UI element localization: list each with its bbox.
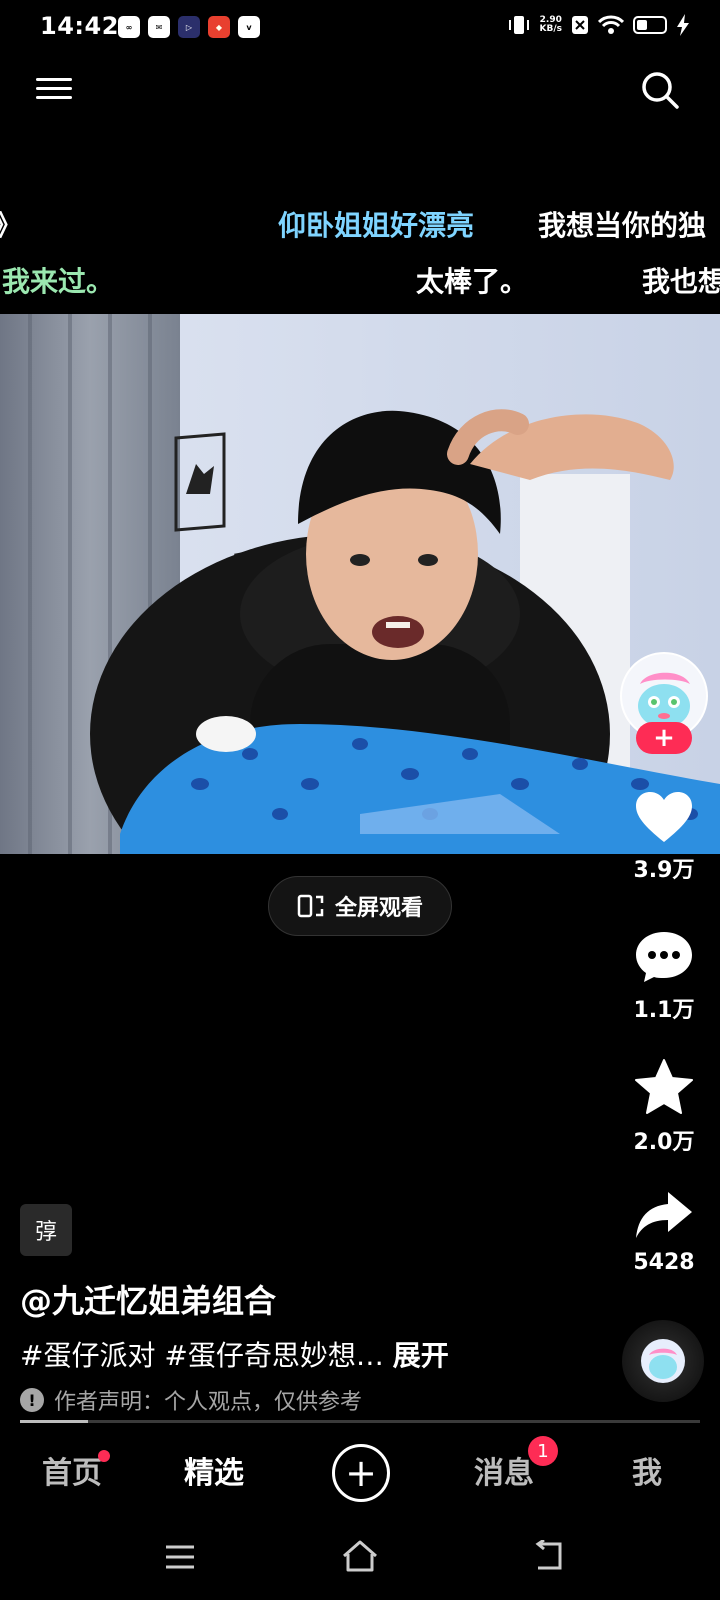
warning-icon: ! [20,1388,44,1412]
status-time: 14:42 [40,12,119,40]
comment-action[interactable]: 1.1万 [614,930,714,1024]
fullscreen-button[interactable]: 全屏观看 [268,876,452,936]
back-icon[interactable] [532,1540,566,1572]
bottom-nav: 首页 精选 + 消息 1 我 [0,1430,720,1510]
charging-icon [677,14,689,36]
tab-featured-label: 精选 [184,1456,244,1491]
comment-count: 1.1万 [633,998,695,1023]
tab-messages[interactable]: 消息 [474,1448,534,1492]
game-app-icon: ◆ [208,16,230,38]
comment-icon[interactable] [634,930,694,984]
author-name[interactable]: @九迁忆姐弟组合 [20,1276,276,1322]
infinity-app-icon: ∞ [118,16,140,38]
notification-icons: ∞ ✉ ▷ ◆ v [118,16,260,38]
danmaku-item: 太棒了。 [416,265,529,298]
expand-link[interactable]: 展开 [393,1339,449,1372]
danmaku-item: 我想当你的独 [538,209,707,242]
tag-chip[interactable]: 弴 [20,1204,72,1256]
menu-icon[interactable] [36,72,72,108]
danmaku-item: 》 [0,204,22,244]
mail-app-icon: ✉ [148,16,170,38]
music-cover-icon [641,1339,685,1383]
fullscreen-icon [297,894,324,918]
danmaku-item: 我来过。 [2,265,115,298]
video-player[interactable] [0,314,720,854]
heart-icon[interactable] [634,790,694,844]
net-speed-unit: KB/s [539,24,562,34]
progress-fill [20,1420,88,1423]
home-unread-dot [98,1450,110,1462]
battery-icon [633,16,667,34]
tab-featured[interactable]: 精选 [184,1448,244,1492]
share-action[interactable]: 5428 [614,1190,714,1275]
video-description: #蛋仔派对 #蛋仔奇思妙想… 展开 [20,1334,449,1374]
net-speed: 2.90 KB/s [540,16,562,34]
tab-home[interactable]: 首页 [42,1448,102,1492]
messages-badge: 1 [528,1436,558,1466]
status-bar: 14:42 ∞ ✉ ▷ ◆ v 2.90 KB/s [0,0,720,56]
star-icon[interactable] [634,1058,694,1116]
author-avatar[interactable]: + [620,652,708,754]
no-sim-icon [572,16,588,34]
create-button[interactable]: + [332,1444,390,1502]
system-nav-bar [0,1520,720,1600]
fullscreen-label: 全屏观看 [334,896,423,921]
recents-icon[interactable] [164,1542,196,1572]
danmaku-item: 我也想 [642,265,720,298]
follow-button[interactable]: + [636,722,692,754]
like-count: 3.9万 [633,858,695,883]
vibrate-icon [508,16,529,34]
video-app-icon: ▷ [178,16,200,38]
hashtags[interactable]: #蛋仔派对 #蛋仔奇思妙想… [20,1339,393,1372]
favorite-count: 2.0万 [633,1130,695,1155]
author-disclaimer: ! 作者声明：个人观点，仅供参考 [20,1384,362,1416]
video-frame [0,314,720,854]
tab-me[interactable]: 我 [632,1448,662,1492]
home-icon[interactable] [340,1538,380,1574]
share-count: 5428 [633,1250,695,1275]
tab-messages-label: 消息 [474,1456,534,1491]
wifi-icon [598,15,624,34]
danmaku-item: 仰卧姐姐好漂亮 [278,209,475,242]
tab-me-label: 我 [632,1456,662,1491]
like-action[interactable]: 3.9万 [614,790,714,884]
search-icon[interactable] [640,70,680,110]
danmaku-layer: 》 仰卧姐姐好漂亮 我想当你的独 我来过。 太棒了。 我也想 [0,200,720,310]
plus-icon: + [345,1451,377,1495]
music-disc[interactable] [622,1320,704,1402]
disclaimer-text: 作者声明：个人观点，仅供参考 [54,1390,363,1415]
favorite-action[interactable]: 2.0万 [614,1058,714,1156]
tab-home-label: 首页 [42,1456,102,1491]
share-icon[interactable] [634,1190,694,1242]
vivo-app-icon: v [238,16,260,38]
video-progress[interactable] [20,1420,700,1423]
system-icons: 2.90 KB/s [507,14,690,36]
